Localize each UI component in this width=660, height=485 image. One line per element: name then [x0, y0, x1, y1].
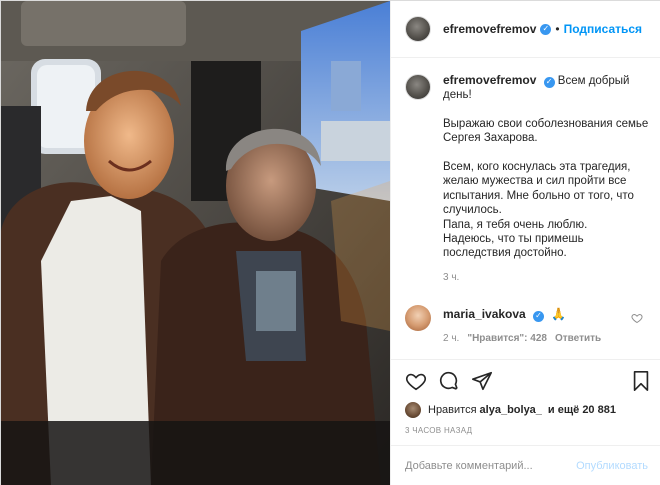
comment-input[interactable]: Добавьте комментарий... [405, 460, 533, 472]
caption-author-username[interactable]: efremovefremov [443, 73, 536, 87]
comment-likes[interactable]: "Нравится": 428 [467, 332, 547, 346]
add-comment-bar: Добавьте комментарий... Опубликовать [391, 445, 660, 485]
comment-reply-button[interactable]: Ответить [555, 332, 601, 346]
follow-button[interactable]: Подписаться [564, 22, 642, 36]
instagram-post: efremovefremov ✓ • Подписаться efremovef… [0, 0, 660, 485]
share-icon[interactable] [471, 370, 493, 392]
post-actions: Нравится alya_bolya_ и ещё 20 881 3 ЧАСО… [391, 359, 660, 451]
photo-image [1, 1, 390, 485]
verified-badge-icon: ✓ [540, 23, 552, 35]
comment-body: maria_ivakova ✓ 🙏 2 ч. "Нравится": 428 О… [443, 305, 601, 346]
bookmark-icon[interactable] [630, 370, 652, 392]
publish-button[interactable]: Опубликовать [576, 460, 648, 472]
commenter-avatar[interactable] [405, 305, 431, 331]
action-row [405, 370, 652, 394]
commenter-username[interactable]: maria_ivakova [443, 307, 526, 321]
heart-icon[interactable] [405, 370, 427, 392]
post-caption: efremovefremov ✓ Всем добрый день! Выраж… [405, 73, 653, 285]
comment-text: 🙏 [551, 307, 567, 321]
author-avatar[interactable] [405, 16, 431, 42]
posted-time[interactable]: 3 ЧАСОВ НАЗАД [405, 426, 472, 435]
post-photo[interactable] [1, 1, 390, 485]
caption-body: efremovefremov ✓ Всем добрый день! Выраж… [443, 73, 653, 285]
post-sidebar: efremovefremov ✓ • Подписаться efremovef… [390, 1, 660, 485]
caption-text: Выражаю свои соболезнования семье Сергея… [443, 117, 649, 260]
comment-time[interactable]: 2 ч. [443, 332, 459, 346]
likes-prefix: Нравится [428, 404, 477, 416]
verified-badge-icon: ✓ [543, 76, 555, 88]
caption-time[interactable]: 3 ч. [443, 271, 653, 285]
comment-heart-icon[interactable] [631, 312, 643, 324]
likes-count[interactable]: и ещё 20 881 [548, 404, 616, 416]
comment-icon[interactable] [438, 370, 460, 392]
post-header: efremovefremov ✓ • Подписаться [391, 1, 660, 58]
author-username[interactable]: efremovefremov [443, 22, 536, 36]
caption-author-avatar[interactable] [405, 74, 431, 100]
header-separator: • [555, 22, 560, 36]
comment-item: maria_ivakova ✓ 🙏 2 ч. "Нравится": 428 О… [405, 305, 653, 346]
liker-avatar[interactable] [405, 402, 421, 418]
likes-summary: Нравится alya_bolya_ и ещё 20 881 [405, 402, 619, 418]
comment-meta: 2 ч. "Нравится": 428 Ответить [443, 332, 601, 346]
verified-badge-icon: ✓ [532, 310, 544, 322]
likes-user[interactable]: alya_bolya_ [480, 404, 542, 416]
